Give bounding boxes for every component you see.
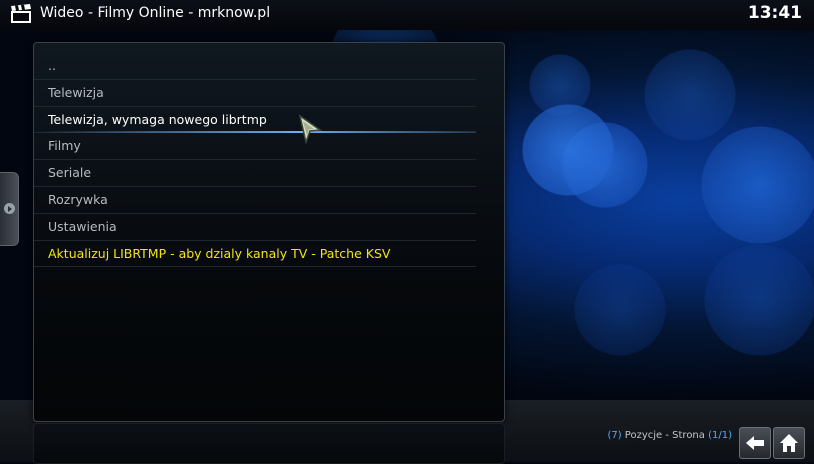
clock: 13:41 bbox=[747, 3, 802, 23]
breadcrumb-section: Wideo bbox=[40, 5, 84, 21]
list-item-label: Telewizja bbox=[48, 84, 104, 100]
file-list: .. Telewizja Telewizja, wymaga nowego li… bbox=[34, 53, 504, 268]
list-item[interactable]: Filmy bbox=[34, 133, 476, 161]
panel-reflection bbox=[33, 423, 505, 464]
list-item-label: Ustawienia bbox=[48, 218, 117, 234]
clapperboard-icon bbox=[10, 4, 32, 24]
window-title: Wideo - Filmy Online - mrknow.pl bbox=[40, 5, 270, 21]
list-item[interactable]: Telewizja bbox=[34, 80, 476, 107]
top-bar: Wideo - Filmy Online - mrknow.pl 13:41 bbox=[0, 0, 814, 30]
back-button[interactable] bbox=[739, 427, 771, 459]
file-list-panel: .. Telewizja Telewizja, wymaga nowego li… bbox=[33, 42, 505, 422]
breadcrumb-separator: - bbox=[83, 5, 98, 21]
list-item-parent[interactable]: .. bbox=[34, 53, 476, 80]
page-close: ) bbox=[728, 430, 732, 441]
list-item[interactable]: Rozrywka bbox=[34, 187, 476, 214]
list-item-focused[interactable]: Telewizja, wymaga nowego librtmp bbox=[34, 107, 476, 134]
list-item[interactable]: Seriale bbox=[34, 160, 476, 187]
side-menu-tab[interactable] bbox=[0, 172, 19, 246]
list-item-label: .. bbox=[48, 58, 56, 73]
list-item[interactable]: Ustawienia bbox=[34, 214, 476, 241]
list-item-label: Aktualizuj LIBRTMP - aby dzialy kanaly T… bbox=[48, 245, 391, 261]
list-item-label: Filmy bbox=[48, 138, 81, 154]
page-indicator: 1/1 bbox=[712, 430, 729, 441]
item-count-label: Pozycje - Strona bbox=[621, 430, 709, 441]
breadcrumb-path: Filmy Online - mrknow.pl bbox=[97, 5, 271, 21]
mouse-pointer-icon bbox=[298, 114, 324, 145]
page-status: (7) Pozycje - Strona (1/1) bbox=[607, 430, 732, 441]
list-item-label: Telewizja, wymaga nowego librtmp bbox=[48, 111, 267, 127]
chevron-right-icon bbox=[4, 203, 15, 214]
home-button[interactable] bbox=[773, 427, 805, 459]
list-item-label: Seriale bbox=[48, 165, 92, 181]
list-item-update[interactable]: Aktualizuj LIBRTMP - aby dzialy kanaly T… bbox=[34, 241, 476, 268]
list-item-label: Rozrywka bbox=[48, 191, 108, 207]
